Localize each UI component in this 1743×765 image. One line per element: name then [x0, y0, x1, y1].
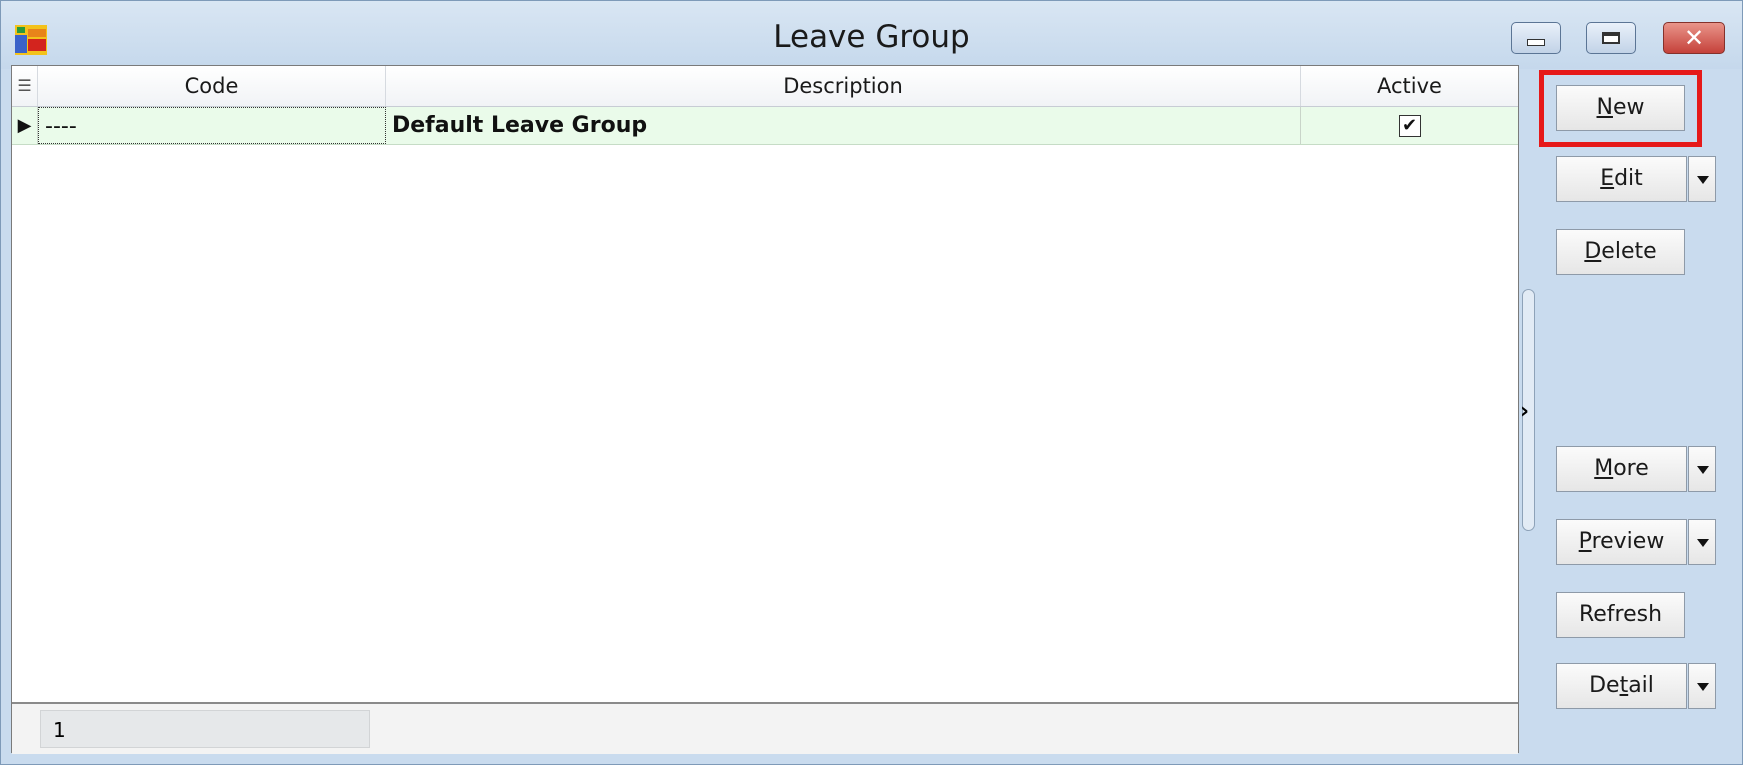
minimize-icon	[1527, 38, 1545, 46]
column-header-code[interactable]: Code	[38, 66, 386, 106]
table-row[interactable]: ▶ ---- Default Leave Group ✔	[12, 107, 1518, 145]
leave-group-grid[interactable]: ☰ Code Description Active ▶ ---- Default…	[11, 65, 1519, 754]
caret-down-icon	[1697, 176, 1709, 184]
column-chooser-icon[interactable]: ☰	[12, 66, 38, 106]
delete-button[interactable]: Delete	[1556, 229, 1685, 275]
grid-footer: 1	[12, 702, 1518, 754]
column-header-description[interactable]: Description	[386, 66, 1301, 106]
grid-header: ☰ Code Description Active	[12, 66, 1518, 107]
column-header-active[interactable]: Active	[1301, 66, 1518, 106]
row-indicator-icon: ▶	[12, 107, 38, 144]
checkmark-icon: ✔	[1401, 114, 1418, 136]
more-dropdown-button[interactable]	[1688, 446, 1716, 492]
more-button[interactable]: More	[1556, 446, 1687, 492]
chevron-right-icon[interactable]: ›	[1520, 399, 1529, 424]
maximize-button[interactable]	[1586, 22, 1636, 54]
edit-button[interactable]: Edit	[1556, 156, 1687, 202]
caret-down-icon	[1697, 539, 1709, 547]
close-button[interactable]: ✕	[1663, 22, 1725, 54]
active-cell[interactable]: ✔	[1301, 107, 1518, 144]
minimize-button[interactable]	[1511, 22, 1561, 54]
description-cell[interactable]: Default Leave Group	[386, 107, 1301, 144]
caret-down-icon	[1697, 466, 1709, 474]
preview-button[interactable]: Preview	[1556, 519, 1687, 565]
record-count: 1	[40, 710, 370, 748]
detail-dropdown-button[interactable]	[1688, 663, 1716, 709]
leave-group-window: Leave Group ✕ ☰ Code Description Active …	[0, 0, 1743, 765]
active-checkbox[interactable]: ✔	[1398, 114, 1421, 137]
close-icon: ✕	[1683, 24, 1705, 52]
code-cell[interactable]: ----	[38, 107, 386, 144]
refresh-button[interactable]: Refresh	[1556, 592, 1685, 638]
window-title: Leave Group	[773, 19, 970, 55]
title-bar: Leave Group ✕	[1, 1, 1742, 69]
new-button[interactable]: New	[1556, 85, 1685, 131]
edit-dropdown-button[interactable]	[1688, 156, 1716, 202]
preview-dropdown-button[interactable]	[1688, 519, 1716, 565]
caret-down-icon	[1697, 683, 1709, 691]
detail-button[interactable]: Detail	[1556, 663, 1687, 709]
maximize-icon	[1602, 32, 1620, 44]
